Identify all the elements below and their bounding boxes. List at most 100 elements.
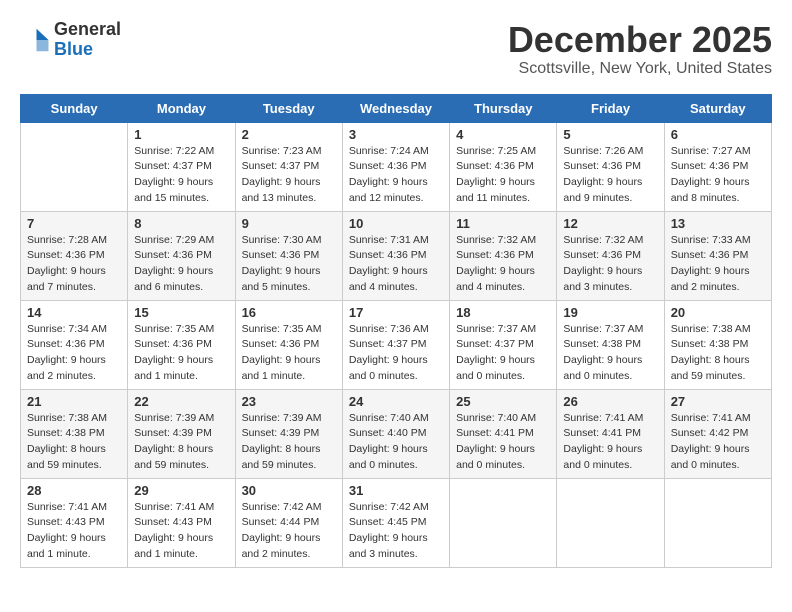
month-title: December 2025	[508, 20, 772, 60]
daylight-text: Daylight: 9 hours and 11 minutes.	[456, 175, 550, 207]
sunset-text: Sunset: 4:37 PM	[456, 337, 550, 353]
daylight-text: Daylight: 9 hours and 3 minutes.	[563, 264, 657, 296]
sunrise-text: Sunrise: 7:38 AM	[27, 411, 121, 427]
daylight-text: Daylight: 9 hours and 0 minutes.	[349, 442, 443, 474]
day-number: 25	[456, 394, 550, 409]
sunrise-text: Sunrise: 7:32 AM	[456, 233, 550, 249]
sunrise-text: Sunrise: 7:39 AM	[134, 411, 228, 427]
day-info: Sunrise: 7:28 AMSunset: 4:36 PMDaylight:…	[27, 233, 121, 296]
calendar-cell: 23 Sunrise: 7:39 AMSunset: 4:39 PMDayligh…	[235, 389, 342, 478]
sunset-text: Sunset: 4:36 PM	[349, 159, 443, 175]
sunrise-text: Sunrise: 7:39 AM	[242, 411, 336, 427]
calendar-cell	[450, 478, 557, 567]
day-number: 15	[134, 305, 228, 320]
day-number: 28	[27, 483, 121, 498]
calendar-cell: 18Sunrise: 7:37 AMSunset: 4:37 PMDayligh…	[450, 300, 557, 389]
sunset-text: Sunset: 4:36 PM	[134, 337, 228, 353]
daylight-text: Daylight: 9 hours and 0 minutes.	[456, 442, 550, 474]
sunrise-text: Sunrise: 7:42 AM	[242, 500, 336, 516]
sunset-text: Sunset: 4:36 PM	[671, 159, 765, 175]
calendar-cell: 6 Sunrise: 7:27 AMSunset: 4:36 PMDaylight…	[664, 122, 771, 211]
weekday-header-row: Sunday Monday Tuesday Wednesday Thursday…	[21, 94, 772, 122]
day-info: Sunrise: 7:22 AMSunset: 4:37 PMDaylight:…	[134, 144, 228, 207]
calendar-cell: 20Sunrise: 7:38 AMSunset: 4:38 PMDayligh…	[664, 300, 771, 389]
day-number: 30	[242, 483, 336, 498]
calendar-cell: 11Sunrise: 7:32 AMSunset: 4:36 PMDayligh…	[450, 211, 557, 300]
calendar-cell	[557, 478, 664, 567]
day-number: 16	[242, 305, 336, 320]
daylight-text: Daylight: 9 hours and 2 minutes.	[27, 353, 121, 385]
calendar-cell: 8Sunrise: 7:29 AMSunset: 4:36 PMDaylight…	[128, 211, 235, 300]
sunset-text: Sunset: 4:38 PM	[27, 426, 121, 442]
day-info: Sunrise: 7:39 AMSunset: 4:39 PMDaylight:…	[242, 411, 336, 474]
calendar-cell: 21Sunrise: 7:38 AMSunset: 4:38 PMDayligh…	[21, 389, 128, 478]
weekday-wednesday: Wednesday	[342, 94, 449, 122]
sunrise-text: Sunrise: 7:41 AM	[671, 411, 765, 427]
sunset-text: Sunset: 4:39 PM	[242, 426, 336, 442]
calendar-cell: 26 Sunrise: 7:41 AMSunset: 4:41 PMDayligh…	[557, 389, 664, 478]
weekday-saturday: Saturday	[664, 94, 771, 122]
day-number: 3	[349, 127, 443, 142]
daylight-text: Daylight: 9 hours and 9 minutes.	[563, 175, 657, 207]
calendar-week-row: 21Sunrise: 7:38 AMSunset: 4:38 PMDayligh…	[21, 389, 772, 478]
sunset-text: Sunset: 4:36 PM	[456, 159, 550, 175]
day-number: 8	[134, 216, 228, 231]
day-number: 6	[671, 127, 765, 142]
day-info: Sunrise: 7:27 AMSunset: 4:36 PMDaylight:…	[671, 144, 765, 207]
daylight-text: Daylight: 9 hours and 15 minutes.	[134, 175, 228, 207]
day-number: 23	[242, 394, 336, 409]
daylight-text: Daylight: 9 hours and 1 minute.	[27, 531, 121, 563]
calendar-cell: 24Sunrise: 7:40 AMSunset: 4:40 PMDayligh…	[342, 389, 449, 478]
day-info: Sunrise: 7:38 AMSunset: 4:38 PMDaylight:…	[671, 322, 765, 385]
sunset-text: Sunset: 4:43 PM	[27, 515, 121, 531]
daylight-text: Daylight: 9 hours and 2 minutes.	[671, 264, 765, 296]
calendar-cell: 13Sunrise: 7:33 AMSunset: 4:36 PMDayligh…	[664, 211, 771, 300]
daylight-text: Daylight: 9 hours and 4 minutes.	[456, 264, 550, 296]
sunset-text: Sunset: 4:43 PM	[134, 515, 228, 531]
weekday-sunday: Sunday	[21, 94, 128, 122]
sunrise-text: Sunrise: 7:41 AM	[134, 500, 228, 516]
sunset-text: Sunset: 4:37 PM	[134, 159, 228, 175]
calendar-cell: 16Sunrise: 7:35 AMSunset: 4:36 PMDayligh…	[235, 300, 342, 389]
day-info: Sunrise: 7:41 AMSunset: 4:43 PMDaylight:…	[134, 500, 228, 563]
sunset-text: Sunset: 4:42 PM	[671, 426, 765, 442]
sunrise-text: Sunrise: 7:28 AM	[27, 233, 121, 249]
day-number: 24	[349, 394, 443, 409]
day-info: Sunrise: 7:23 AMSunset: 4:37 PMDaylight:…	[242, 144, 336, 207]
weekday-friday: Friday	[557, 94, 664, 122]
daylight-text: Daylight: 9 hours and 0 minutes.	[563, 353, 657, 385]
day-info: Sunrise: 7:39 AMSunset: 4:39 PMDaylight:…	[134, 411, 228, 474]
day-number: 10	[349, 216, 443, 231]
day-number: 27	[671, 394, 765, 409]
day-info: Sunrise: 7:33 AMSunset: 4:36 PMDaylight:…	[671, 233, 765, 296]
calendar-cell: 10Sunrise: 7:31 AMSunset: 4:36 PMDayligh…	[342, 211, 449, 300]
sunrise-text: Sunrise: 7:41 AM	[27, 500, 121, 516]
day-info: Sunrise: 7:37 AMSunset: 4:37 PMDaylight:…	[456, 322, 550, 385]
daylight-text: Daylight: 9 hours and 1 minute.	[134, 353, 228, 385]
sunrise-text: Sunrise: 7:40 AM	[349, 411, 443, 427]
sunrise-text: Sunrise: 7:37 AM	[563, 322, 657, 338]
sunset-text: Sunset: 4:36 PM	[27, 248, 121, 264]
calendar-cell: 12Sunrise: 7:32 AMSunset: 4:36 PMDayligh…	[557, 211, 664, 300]
sunset-text: Sunset: 4:38 PM	[671, 337, 765, 353]
calendar-cell: 29 Sunrise: 7:41 AMSunset: 4:43 PMDayligh…	[128, 478, 235, 567]
sunset-text: Sunset: 4:39 PM	[134, 426, 228, 442]
daylight-text: Daylight: 9 hours and 1 minute.	[242, 353, 336, 385]
daylight-text: Daylight: 9 hours and 1 minute.	[134, 531, 228, 563]
day-number: 7	[27, 216, 121, 231]
day-info: Sunrise: 7:38 AMSunset: 4:38 PMDaylight:…	[27, 411, 121, 474]
day-number: 2	[242, 127, 336, 142]
day-number: 14	[27, 305, 121, 320]
day-number: 26	[563, 394, 657, 409]
day-info: Sunrise: 7:41 AMSunset: 4:41 PMDaylight:…	[563, 411, 657, 474]
calendar-cell: 17Sunrise: 7:36 AMSunset: 4:37 PMDayligh…	[342, 300, 449, 389]
daylight-text: Daylight: 9 hours and 0 minutes.	[456, 353, 550, 385]
day-number: 29	[134, 483, 228, 498]
day-number: 19	[563, 305, 657, 320]
day-number: 5	[563, 127, 657, 142]
daylight-text: Daylight: 9 hours and 12 minutes.	[349, 175, 443, 207]
day-number: 17	[349, 305, 443, 320]
calendar-cell: 22Sunrise: 7:39 AMSunset: 4:39 PMDayligh…	[128, 389, 235, 478]
sunrise-text: Sunrise: 7:42 AM	[349, 500, 443, 516]
calendar-cell: 1Sunrise: 7:22 AMSunset: 4:37 PMDaylight…	[128, 122, 235, 211]
